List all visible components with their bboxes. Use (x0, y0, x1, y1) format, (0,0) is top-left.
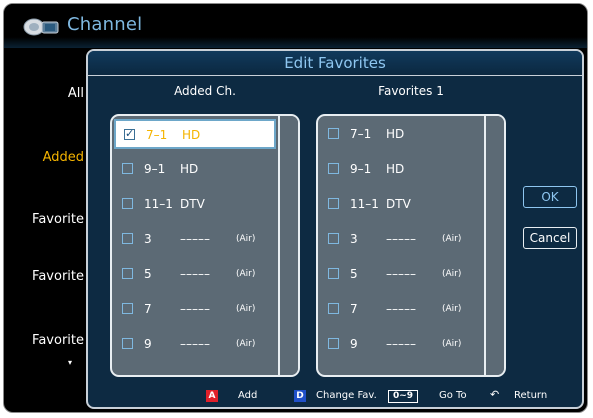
number-keys-icon: 0~9 (388, 390, 418, 403)
sidebar-item-1[interactable]: Added (4, 150, 84, 165)
satellite-dish-icon (23, 18, 59, 36)
footer-hints: A Add D Change Fav. 0~9 Go To ↶ Return (88, 385, 582, 407)
favorites-channel-row[interactable]: 5 ––––– (Air) (322, 261, 480, 287)
cancel-button[interactable]: Cancel (523, 227, 577, 249)
checkbox[interactable] (328, 303, 339, 314)
added-channel-row[interactable]: 11–1 DTV (116, 191, 274, 217)
title-bar: Channel (4, 4, 587, 48)
favorites-channel-row[interactable]: 3 ––––– (Air) (322, 226, 480, 252)
favorites-channel-row[interactable]: 11–1 DTV (322, 191, 480, 217)
channel-name: ––––– (180, 232, 210, 246)
checkbox[interactable] (122, 198, 133, 209)
added-channel-row[interactable]: 7 ––––– (Air) (116, 296, 274, 322)
checkbox[interactable] (122, 268, 133, 279)
checkmark-icon: ✓ (125, 127, 135, 140)
channel-number: 9 (350, 337, 358, 351)
favorites-header: Favorites 1 (378, 84, 444, 98)
blue-d-key-icon: D (294, 390, 306, 402)
channel-number: 11–1 (350, 197, 379, 211)
channel-number: 7–1 (146, 128, 168, 142)
checkbox[interactable] (328, 163, 339, 174)
checkbox[interactable] (328, 338, 339, 349)
more-down-icon[interactable]: ▾ (68, 358, 72, 367)
channel-number: 5 (350, 267, 358, 281)
add-hint-label: Add (238, 390, 258, 401)
go-to-hint-label: Go To (439, 390, 467, 401)
checkbox[interactable] (122, 303, 133, 314)
channel-name: ––––– (180, 337, 210, 351)
channel-name: DTV (180, 197, 205, 211)
channel-number: 9–1 (350, 162, 372, 176)
channel-name: HD (386, 127, 405, 141)
channel-number: 5 (144, 267, 152, 281)
favorites-channel-row[interactable]: 9 ––––– (Air) (322, 331, 480, 357)
channel-window: Channel All Added Favorite Favorite Favorite… (3, 3, 588, 413)
channel-source: (Air) (442, 304, 462, 314)
channel-number: 11–1 (144, 197, 173, 211)
channel-name: ––––– (386, 337, 416, 351)
added-channel-row[interactable]: 9 ––––– (Air) (116, 331, 274, 357)
favorites-channel-row[interactable]: 9–1 HD (322, 156, 480, 182)
scrollbar[interactable] (278, 116, 298, 375)
channel-name: ––––– (386, 267, 416, 281)
sidebar-item-0[interactable]: All (4, 86, 84, 101)
added-channels-list[interactable]: ✓ 7–1 HD 9–1 HD 11–1 DTV 3 ––––– (Air) 5 ––––– (Air)… (110, 114, 300, 377)
channel-number: 9 (144, 337, 152, 351)
channel-name: ––––– (180, 302, 210, 316)
channel-number: 3 (144, 232, 152, 246)
favorites-channel-row[interactable]: 7 ––––– (Air) (322, 296, 480, 322)
added-channel-row[interactable]: ✓ 7–1 HD (114, 119, 276, 149)
channel-source: (Air) (236, 339, 256, 349)
channel-name: DTV (386, 197, 411, 211)
channel-source: (Air) (442, 339, 462, 349)
checkbox[interactable]: ✓ (124, 127, 135, 140)
checkbox[interactable] (328, 268, 339, 279)
sidebar: All Added Favorite Favorite Favorite ▾ (4, 48, 86, 408)
favorites-channel-row[interactable]: 7–1 HD (322, 121, 480, 147)
added-channel-row[interactable]: 9–1 HD (116, 156, 274, 182)
channel-number: 7 (144, 302, 152, 316)
app-title: Channel (67, 14, 143, 35)
red-a-key-icon: A (206, 390, 218, 402)
favorites-list[interactable]: 7–1 HD 9–1 HD 11–1 DTV 3 ––––– (Air) 5 ––––– (Air) 7… (316, 114, 506, 377)
return-icon: ↶ (490, 388, 500, 401)
channel-source: (Air) (236, 234, 256, 244)
change-fav-hint-label: Change Fav. (316, 390, 377, 401)
sidebar-item-4[interactable]: Favorite (4, 333, 84, 348)
channel-name: HD (180, 162, 199, 176)
channel-source: (Air) (442, 269, 462, 279)
added-channel-row[interactable]: 3 ––––– (Air) (116, 226, 274, 252)
channel-name: ––––– (386, 232, 416, 246)
checkbox[interactable] (122, 338, 133, 349)
channel-name: ––––– (386, 302, 416, 316)
channel-number: 7–1 (350, 127, 372, 141)
checkbox[interactable] (328, 233, 339, 244)
scrollbar[interactable] (484, 116, 504, 375)
channel-name: HD (182, 128, 201, 142)
return-hint-label: Return (514, 390, 548, 401)
checkbox[interactable] (122, 163, 133, 174)
channel-source: (Air) (236, 269, 256, 279)
added-channel-row[interactable]: 5 ––––– (Air) (116, 261, 274, 287)
ok-button[interactable]: OK (523, 186, 577, 208)
channel-number: 3 (350, 232, 358, 246)
channel-source: (Air) (442, 234, 462, 244)
sidebar-item-3[interactable]: Favorite (4, 269, 84, 284)
channel-name: ––––– (180, 267, 210, 281)
checkbox[interactable] (122, 233, 133, 244)
sidebar-item-2[interactable]: Favorite (4, 212, 84, 227)
added-channels-header: Added Ch. (174, 84, 236, 98)
channel-number: 7 (350, 302, 358, 316)
channel-source: (Air) (236, 304, 256, 314)
checkbox[interactable] (328, 128, 339, 139)
channel-name: HD (386, 162, 405, 176)
dialog-title: Edit Favorites (88, 51, 582, 76)
checkbox[interactable] (328, 198, 339, 209)
channel-number: 9–1 (144, 162, 166, 176)
edit-favorites-dialog: Edit Favorites Added Ch. Favorites 1 ✓ 7–… (86, 49, 584, 409)
